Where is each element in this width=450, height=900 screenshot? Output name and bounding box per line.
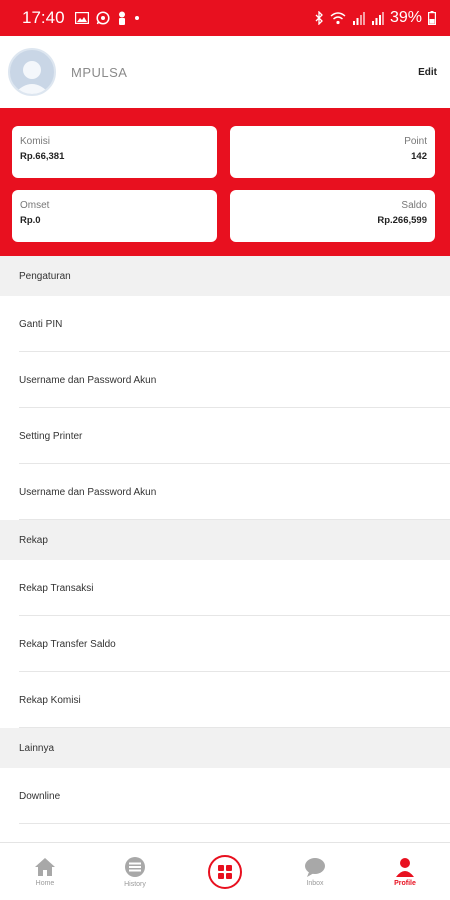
user-silhouette-icon [14,61,50,94]
grid-icon [218,864,232,879]
avatar[interactable] [8,48,56,96]
menu-item-rekap-komisi[interactable]: Rekap Komisi [0,672,450,728]
point-label: Point [404,136,427,147]
point-card[interactable]: Point 142 [230,126,435,178]
grid-menu-button[interactable] [208,854,242,889]
stats-panel: Komisi Rp.66,381 Point 142 Omset Rp.0 Sa… [0,108,450,256]
menu-item-rekap-transaksi[interactable]: Rekap Transaksi [0,560,450,616]
nav-home-label: Home [35,879,55,887]
saldo-card[interactable]: Saldo Rp.266,599 [230,190,435,242]
section-header-pengaturan: Pengaturan [0,256,450,296]
chat-bubble-icon [305,857,325,877]
menu-item-setting-printer[interactable]: Setting Printer [0,408,450,464]
section-header-rekap: Rekap [0,520,450,560]
nav-inbox[interactable]: Inbox [270,843,360,900]
history-icon [125,856,145,877]
person-icon [117,11,127,25]
omset-value: Rp.0 [20,215,41,226]
menu-item-username-password-2[interactable]: Username dan Password Akun [0,464,450,520]
status-time: 17:40 [22,8,65,27]
edit-profile-button[interactable]: Edit [418,67,437,78]
komisi-card[interactable]: Komisi Rp.66,381 [12,126,217,178]
saldo-value: Rp.266,599 [377,215,427,226]
profile-name: MPULSA [71,64,128,80]
nav-history[interactable]: History [90,843,180,900]
profile-header: MPULSA Edit [0,36,450,108]
menu-item-username-password[interactable]: Username dan Password Akun [0,352,450,408]
battery-percent: 39% [389,9,422,26]
bluetooth-icon [315,11,324,25]
menu-item-downline[interactable]: Downline [0,768,450,824]
nav-inbox-label: Inbox [306,879,324,887]
home-icon [35,857,55,876]
point-value: 142 [411,151,427,162]
bottom-navigation: Home History Inbox Profile [0,842,450,900]
nav-profile-label: Profile [394,879,416,887]
profile-icon [396,857,414,877]
nav-history-label: History [124,880,146,888]
omset-card[interactable]: Omset Rp.0 [12,190,217,242]
signal-icon [352,11,365,25]
settings-list: Pengaturan Ganti PIN Username dan Passwo… [0,256,450,824]
nav-center-menu[interactable] [180,843,270,900]
komisi-value: Rp.66,381 [20,151,65,162]
whatsapp-icon [95,11,110,25]
status-bar: 17:40 39% [0,0,450,36]
nav-profile[interactable]: Profile [360,843,450,900]
dot-icon [134,15,140,21]
menu-item-ganti-pin[interactable]: Ganti PIN [0,296,450,352]
wifi-icon [330,11,346,25]
menu-item-rekap-transfer-saldo[interactable]: Rekap Transfer Saldo [0,616,450,672]
section-header-lainnya: Lainnya [0,728,450,768]
komisi-label: Komisi [20,136,51,147]
image-icon [74,12,89,24]
battery-icon [428,11,436,25]
saldo-label: Saldo [401,200,427,211]
signal-icon [371,11,384,25]
nav-home[interactable]: Home [0,843,90,900]
omset-label: Omset [20,200,50,211]
